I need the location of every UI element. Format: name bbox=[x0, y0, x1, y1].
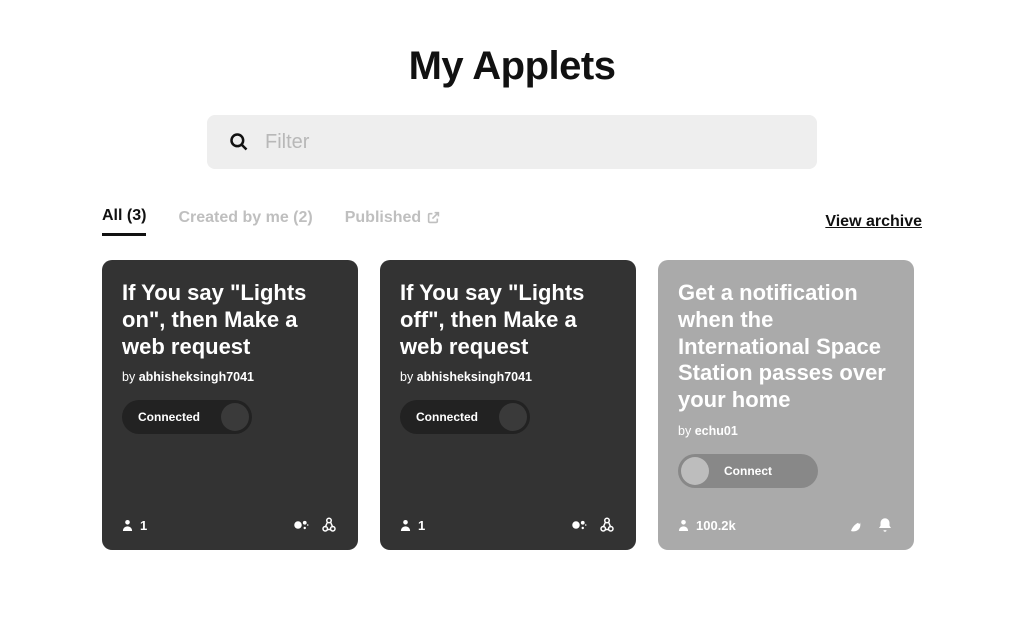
card-title: If You say "Lights on", then Make a web … bbox=[122, 280, 338, 360]
tab-created-by-me[interactable]: Created by me (2) bbox=[178, 209, 312, 235]
search-bar[interactable] bbox=[207, 115, 817, 169]
page-title: My Applets bbox=[102, 44, 922, 89]
view-archive-link[interactable]: View archive bbox=[825, 213, 922, 231]
card-footer: 1 bbox=[400, 516, 616, 534]
card-footer: 1 bbox=[122, 516, 338, 534]
author-prefix: by bbox=[678, 424, 695, 438]
tab-all[interactable]: All (3) bbox=[102, 207, 146, 236]
space-icon bbox=[848, 516, 866, 534]
author-prefix: by bbox=[122, 370, 139, 384]
card-author: by abhisheksingh7041 bbox=[400, 370, 616, 384]
toggle-knob bbox=[681, 457, 709, 485]
toggle-label: Connected bbox=[138, 410, 200, 424]
applet-card[interactable]: If You say "Lights off", then Make a web… bbox=[380, 260, 636, 550]
tabs: All (3) Created by me (2) Published bbox=[102, 207, 440, 236]
service-icons bbox=[848, 516, 894, 534]
author-name: abhisheksingh7041 bbox=[139, 370, 254, 384]
user-count-value: 100.2k bbox=[696, 518, 736, 533]
toggle-knob bbox=[221, 403, 249, 431]
tab-published[interactable]: Published bbox=[345, 209, 440, 235]
toggle-knob bbox=[499, 403, 527, 431]
service-icons bbox=[570, 516, 616, 534]
assistant-icon bbox=[570, 516, 588, 534]
card-footer: 100.2k bbox=[678, 516, 894, 534]
search-input[interactable] bbox=[265, 131, 795, 154]
user-icon bbox=[122, 519, 133, 532]
webhooks-icon bbox=[598, 516, 616, 534]
user-count-value: 1 bbox=[418, 518, 425, 533]
user-count: 1 bbox=[400, 518, 425, 533]
toggle-label: Connect bbox=[724, 464, 772, 478]
webhooks-icon bbox=[320, 516, 338, 534]
service-icons bbox=[292, 516, 338, 534]
user-icon bbox=[400, 519, 411, 532]
author-prefix: by bbox=[400, 370, 417, 384]
assistant-icon bbox=[292, 516, 310, 534]
author-name: abhisheksingh7041 bbox=[417, 370, 532, 384]
tabs-row: All (3) Created by me (2) Published View… bbox=[102, 207, 922, 236]
cards-grid: If You say "Lights on", then Make a web … bbox=[102, 260, 922, 550]
applet-card[interactable]: If You say "Lights on", then Make a web … bbox=[102, 260, 358, 550]
card-author: by echu01 bbox=[678, 424, 894, 438]
card-title: If You say "Lights off", then Make a web… bbox=[400, 280, 616, 360]
card-title: Get a notification when the Internationa… bbox=[678, 280, 894, 414]
connection-toggle[interactable]: Connected bbox=[122, 400, 252, 434]
user-count-value: 1 bbox=[140, 518, 147, 533]
connection-toggle[interactable]: Connected bbox=[400, 400, 530, 434]
card-author: by abhisheksingh7041 bbox=[122, 370, 338, 384]
bell-icon bbox=[876, 516, 894, 534]
applet-card[interactable]: Get a notification when the Internationa… bbox=[658, 260, 914, 550]
user-count: 1 bbox=[122, 518, 147, 533]
user-icon bbox=[678, 519, 689, 532]
tab-published-label: Published bbox=[345, 209, 421, 227]
external-link-icon bbox=[427, 211, 440, 224]
user-count: 100.2k bbox=[678, 518, 736, 533]
author-name: echu01 bbox=[695, 424, 738, 438]
search-icon bbox=[229, 132, 249, 152]
connection-toggle[interactable]: Connect bbox=[678, 454, 818, 488]
toggle-label: Connected bbox=[416, 410, 478, 424]
